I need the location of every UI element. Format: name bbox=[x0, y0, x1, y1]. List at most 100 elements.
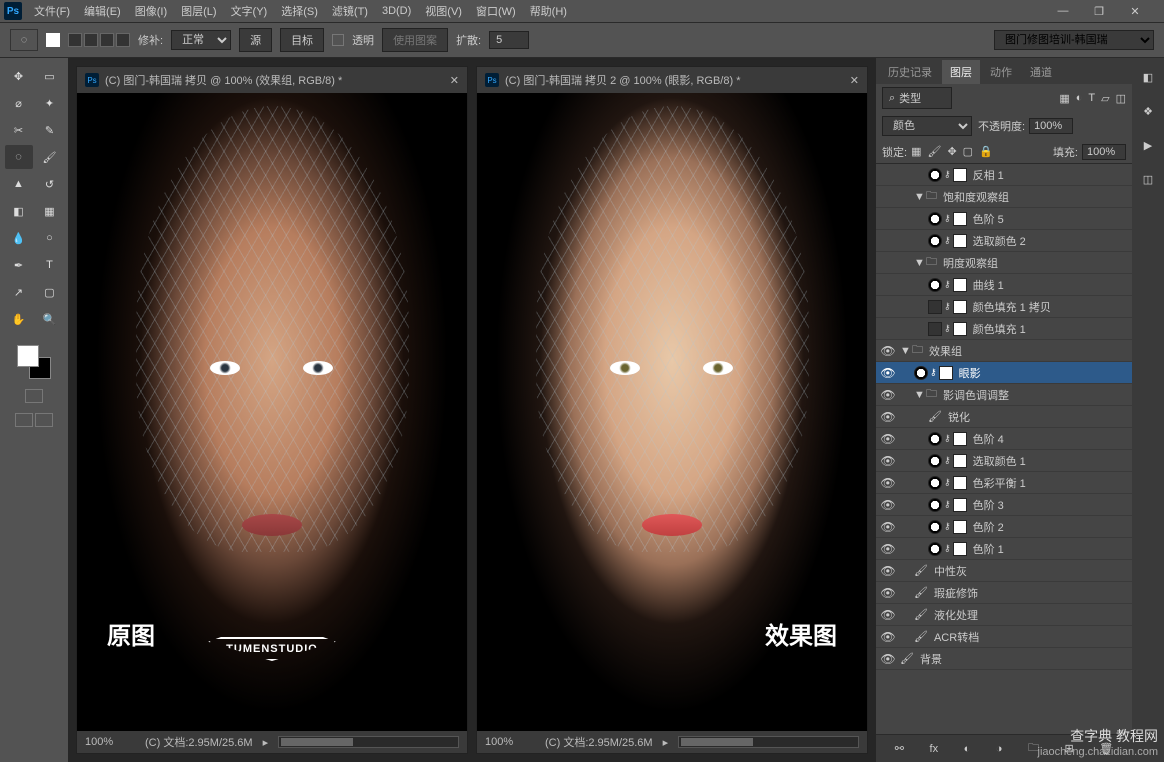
layer-row[interactable]: ⚷反相 1 bbox=[876, 164, 1132, 186]
layer-name[interactable]: 色阶 1 bbox=[973, 541, 1004, 557]
visibility-toggle-icon[interactable]: 👁 bbox=[876, 454, 900, 468]
layer-name[interactable]: 色阶 2 bbox=[973, 519, 1004, 535]
workspace-select[interactable]: 图门修图培训-韩国瑞 bbox=[994, 30, 1154, 50]
visibility-toggle-icon[interactable]: 👁 bbox=[876, 366, 900, 380]
patch-mode-select[interactable]: 正常 bbox=[171, 30, 231, 50]
canvas-right[interactable]: 效果图 bbox=[477, 93, 867, 731]
new-adjustment-icon[interactable]: ◑ bbox=[996, 743, 1003, 755]
filter-type-select[interactable]: ⌕类型 bbox=[882, 87, 952, 109]
layer-name[interactable]: 效果组 bbox=[929, 343, 962, 359]
menu-file[interactable]: 文件(F) bbox=[34, 3, 70, 19]
layer-row[interactable]: 👁🖌瑕疵修饰 bbox=[876, 582, 1132, 604]
source-button[interactable]: 源 bbox=[239, 28, 272, 52]
layer-name[interactable]: 背景 bbox=[920, 651, 942, 667]
lock-all-icon[interactable]: 🔒 bbox=[979, 145, 993, 158]
gradient-tool-icon[interactable]: ▦ bbox=[36, 199, 64, 223]
collapsed-play-icon[interactable]: ▶ bbox=[1137, 134, 1159, 156]
filter-adjust-icon[interactable]: ◐ bbox=[1076, 92, 1083, 105]
folder-arrow-icon[interactable]: ▼ bbox=[914, 257, 926, 269]
filter-pixel-icon[interactable]: ▦ bbox=[1059, 92, 1069, 105]
layer-mask-icon[interactable]: ◐ bbox=[964, 743, 971, 755]
document-tab-left[interactable]: Ps (C) 图门-韩国瑞 拷贝 @ 100% (效果组, RGB/8) * ✕ bbox=[77, 67, 467, 93]
tab-actions[interactable]: 动作 bbox=[982, 60, 1020, 84]
layer-row[interactable]: 👁⚷色阶 2 bbox=[876, 516, 1132, 538]
patch-tool-icon[interactable]: ◌ bbox=[5, 145, 33, 169]
color-picker[interactable] bbox=[17, 345, 51, 379]
visibility-toggle-icon[interactable]: 👁 bbox=[876, 652, 900, 666]
layer-name[interactable]: 反相 1 bbox=[973, 167, 1004, 183]
visibility-toggle-icon[interactable]: 👁 bbox=[876, 432, 900, 446]
layer-row[interactable]: 👁⚷色彩平衡 1 bbox=[876, 472, 1132, 494]
visibility-toggle-icon[interactable]: 👁 bbox=[876, 630, 900, 644]
document-tab-right[interactable]: Ps (C) 图门-韩国瑞 拷贝 2 @ 100% (眼影, RGB/8) * … bbox=[477, 67, 867, 93]
layer-row[interactable]: 👁⚷色阶 4 bbox=[876, 428, 1132, 450]
lock-position-icon[interactable]: 🖌 bbox=[927, 145, 941, 158]
tab-layers[interactable]: 图层 bbox=[942, 60, 980, 84]
layer-row[interactable]: 👁▼🗀影调色调调整 bbox=[876, 384, 1132, 406]
history-brush-tool-icon[interactable]: ↺ bbox=[36, 172, 64, 196]
chevron-right-icon[interactable]: ▸ bbox=[263, 736, 269, 749]
close-icon[interactable]: ✕ bbox=[450, 74, 459, 87]
layer-row[interactable]: ⚷曲线 1 bbox=[876, 274, 1132, 296]
zoom-value-right[interactable]: 100% bbox=[485, 736, 535, 748]
layer-name[interactable]: 液化处理 bbox=[934, 607, 978, 623]
menu-window[interactable]: 窗口(W) bbox=[476, 3, 516, 19]
menu-3d[interactable]: 3D(D) bbox=[382, 5, 411, 17]
zoom-tool-icon[interactable]: 🔍 bbox=[36, 307, 64, 331]
window-minimize-icon[interactable]: — bbox=[1056, 5, 1070, 18]
lock-artboard-icon[interactable]: ▢ bbox=[963, 145, 973, 158]
folder-arrow-icon[interactable]: ▼ bbox=[914, 191, 926, 203]
layer-name[interactable]: 色阶 3 bbox=[973, 497, 1004, 513]
visibility-toggle-icon[interactable]: 👁 bbox=[876, 388, 900, 402]
layer-row[interactable]: ⚷选取颜色 2 bbox=[876, 230, 1132, 252]
tab-channels[interactable]: 通道 bbox=[1022, 60, 1060, 84]
diffuse-value[interactable]: 5 bbox=[489, 31, 529, 49]
menu-edit[interactable]: 编辑(E) bbox=[84, 3, 121, 19]
layer-row[interactable]: 👁🖌中性灰 bbox=[876, 560, 1132, 582]
layer-name[interactable]: 眼影 bbox=[959, 365, 981, 381]
pen-tool-icon[interactable]: ✒ bbox=[5, 253, 33, 277]
layer-name[interactable]: 色彩平衡 1 bbox=[973, 475, 1026, 491]
eraser-tool-icon[interactable]: ◧ bbox=[5, 199, 33, 223]
eyedropper-tool-icon[interactable]: ✎ bbox=[36, 118, 64, 142]
filter-shape-icon[interactable]: ▱ bbox=[1101, 92, 1109, 105]
visibility-toggle-icon[interactable]: 👁 bbox=[876, 608, 900, 622]
layer-name[interactable]: 饱和度观察组 bbox=[943, 189, 1009, 205]
scrollbar-horizontal-left[interactable] bbox=[278, 736, 459, 748]
layer-row[interactable]: 👁🖌背景 bbox=[876, 648, 1132, 670]
layer-row[interactable]: 👁🖌液化处理 bbox=[876, 604, 1132, 626]
visibility-toggle-icon[interactable]: 👁 bbox=[876, 520, 900, 534]
tab-history[interactable]: 历史记录 bbox=[880, 60, 940, 84]
opacity-value[interactable]: 100% bbox=[1029, 118, 1073, 134]
layer-row[interactable]: 👁⚷色阶 1 bbox=[876, 538, 1132, 560]
layer-name[interactable]: 瑕疵修饰 bbox=[934, 585, 978, 601]
layer-row[interactable]: ⚷颜色填充 1 拷贝 bbox=[876, 296, 1132, 318]
window-close-icon[interactable]: ✕ bbox=[1128, 5, 1142, 18]
current-tool-icon[interactable]: ◌ bbox=[10, 29, 38, 51]
menu-image[interactable]: 图像(I) bbox=[135, 3, 167, 19]
stamp-tool-icon[interactable]: ▲ bbox=[5, 172, 33, 196]
layer-row[interactable]: 👁▼🗀效果组 bbox=[876, 340, 1132, 362]
move-tool-icon[interactable]: ✥ bbox=[5, 64, 33, 88]
menu-type[interactable]: 文字(Y) bbox=[231, 3, 268, 19]
layer-name[interactable]: ACR转档 bbox=[934, 629, 979, 645]
dest-button[interactable]: 目标 bbox=[280, 28, 324, 52]
layer-row[interactable]: 👁🖌锐化 bbox=[876, 406, 1132, 428]
quickmask-icon[interactable] bbox=[25, 389, 43, 403]
patch-mode-icons[interactable] bbox=[68, 33, 130, 47]
lock-pixels-icon[interactable]: ▦ bbox=[911, 145, 921, 158]
window-restore-icon[interactable]: ❐ bbox=[1092, 5, 1106, 18]
layer-fx-icon[interactable]: fx bbox=[930, 743, 939, 755]
foreground-color-swatch[interactable] bbox=[17, 345, 39, 367]
folder-arrow-icon[interactable]: ▼ bbox=[914, 389, 926, 401]
visibility-toggle-icon[interactable]: 👁 bbox=[876, 476, 900, 490]
layer-name[interactable]: 色阶 4 bbox=[973, 431, 1004, 447]
collapsed-channels-icon[interactable]: ◫ bbox=[1137, 168, 1159, 190]
crop-tool-icon[interactable]: ✂ bbox=[5, 118, 33, 142]
lock-move-icon[interactable]: ✥ bbox=[947, 145, 956, 158]
layer-name[interactable]: 色阶 5 bbox=[973, 211, 1004, 227]
menu-view[interactable]: 视图(V) bbox=[425, 3, 462, 19]
close-icon[interactable]: ✕ bbox=[850, 74, 859, 87]
chevron-right-icon[interactable]: ▸ bbox=[663, 736, 669, 749]
blend-mode-select[interactable]: 颜色 bbox=[882, 116, 972, 136]
